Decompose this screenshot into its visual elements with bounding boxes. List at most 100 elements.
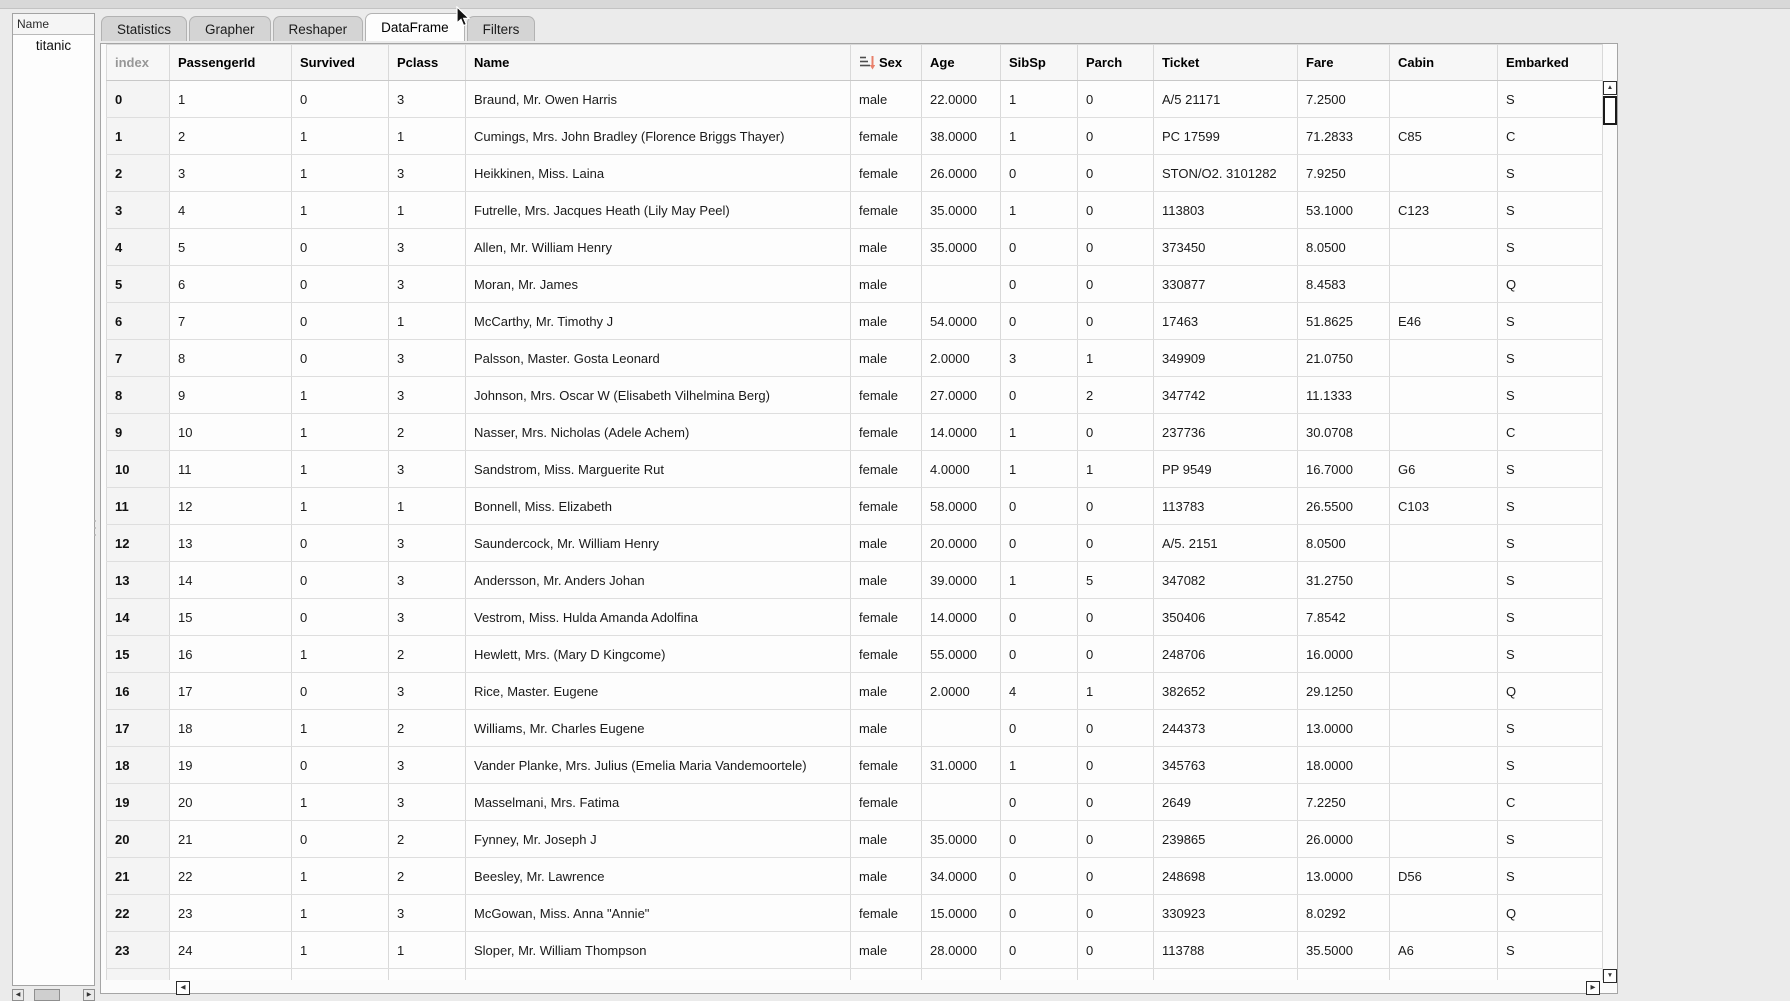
table-cell[interactable]: 1 xyxy=(291,894,389,932)
table-cell[interactable]: 0 xyxy=(291,598,389,636)
table-cell[interactable]: 1 xyxy=(1000,450,1078,488)
table-cell[interactable]: 22 xyxy=(106,894,170,932)
table-cell[interactable]: S xyxy=(1497,302,1603,340)
scrollbar-thumb[interactable] xyxy=(34,989,60,1001)
table-cell[interactable]: 0 xyxy=(1000,931,1078,969)
table-cell[interactable]: 0 xyxy=(1000,635,1078,673)
table-cell[interactable]: 2649 xyxy=(1153,783,1298,821)
table-cell[interactable]: 16.7000 xyxy=(1297,450,1390,488)
table-cell[interactable]: 15 xyxy=(169,598,292,636)
table-cell[interactable]: male xyxy=(850,709,922,747)
table-cell[interactable]: 373450 xyxy=(1153,228,1298,266)
table-cell[interactable]: S xyxy=(1497,228,1603,266)
table-cell[interactable]: 2 xyxy=(106,154,170,192)
table-cell[interactable]: S xyxy=(1497,857,1603,895)
table-cell[interactable]: 10 xyxy=(169,413,292,451)
table-cell[interactable]: 3 xyxy=(1000,339,1078,377)
table-cell[interactable]: 20 xyxy=(106,820,170,858)
table-cell[interactable] xyxy=(1389,783,1498,821)
table-cell[interactable]: S xyxy=(1497,931,1603,969)
table-cell[interactable]: male xyxy=(850,857,922,895)
table-cell[interactable]: 2 xyxy=(388,413,466,451)
table-cell[interactable]: 0 xyxy=(1077,598,1154,636)
table-cell[interactable]: Sloper, Mr. William Thompson xyxy=(465,931,851,969)
table-cell[interactable]: C85 xyxy=(1389,117,1498,155)
table-cell[interactable]: 13.0000 xyxy=(1297,857,1390,895)
table-cell[interactable]: female xyxy=(850,746,922,784)
tab-reshaper[interactable]: Reshaper xyxy=(272,16,364,41)
table-cell[interactable]: 0 xyxy=(1000,302,1078,340)
table-cell[interactable]: 0 xyxy=(1077,117,1154,155)
table-cell[interactable]: 0 xyxy=(291,339,389,377)
table-cell[interactable]: Rice, Master. Eugene xyxy=(465,672,851,710)
table-cell[interactable]: Futrelle, Mrs. Jacques Heath (Lily May P… xyxy=(465,191,851,229)
table-cell[interactable]: 0 xyxy=(1000,709,1078,747)
column-header-age[interactable]: Age xyxy=(921,44,1001,81)
table-cell[interactable]: Q xyxy=(1497,672,1603,710)
table-cell[interactable]: female xyxy=(850,450,922,488)
table-cell[interactable]: 0 xyxy=(106,80,170,118)
table-cell[interactable]: female xyxy=(850,413,922,451)
table-cell[interactable]: male xyxy=(850,302,922,340)
table-cell[interactable]: D56 xyxy=(1389,857,1498,895)
column-header-cabin[interactable]: Cabin xyxy=(1389,44,1498,81)
table-cell[interactable]: 1 xyxy=(388,302,466,340)
table-cell[interactable]: 345763 xyxy=(1153,746,1298,784)
table-cell[interactable]: 0 xyxy=(1000,894,1078,932)
table-cell[interactable]: 3 xyxy=(388,524,466,562)
table-cell[interactable]: 1 xyxy=(388,117,466,155)
table-cell[interactable]: 18 xyxy=(169,709,292,747)
table-cell[interactable]: 0 xyxy=(1077,894,1154,932)
table-cell[interactable]: 0 xyxy=(1077,191,1154,229)
table-cell[interactable]: 0 xyxy=(1077,931,1154,969)
table-cell[interactable]: 3 xyxy=(388,376,466,414)
table-cell[interactable]: 19 xyxy=(106,783,170,821)
table-cell[interactable]: 248706 xyxy=(1153,635,1298,673)
table-cell[interactable]: 1 xyxy=(291,857,389,895)
table-cell[interactable]: 1 xyxy=(169,80,292,118)
table-cell[interactable]: 1 xyxy=(291,487,389,525)
table-cell[interactable]: 3 xyxy=(388,894,466,932)
table-cell[interactable]: 7.8542 xyxy=(1297,598,1390,636)
table-cell[interactable]: 20.0000 xyxy=(921,524,1001,562)
table-cell[interactable]: 0 xyxy=(1000,376,1078,414)
table-cell[interactable]: S xyxy=(1497,80,1603,118)
table-cell[interactable]: 0 xyxy=(1000,524,1078,562)
table-cell[interactable]: male xyxy=(850,80,922,118)
table-cell[interactable]: 71.2833 xyxy=(1297,117,1390,155)
table-cell[interactable]: 53.1000 xyxy=(1297,191,1390,229)
vertical-scrollbar[interactable]: ▲ ▼ xyxy=(1603,81,1617,983)
table-cell[interactable]: S xyxy=(1497,487,1603,525)
table-cell[interactable]: 15.0000 xyxy=(921,894,1001,932)
table-cell[interactable]: 1 xyxy=(291,376,389,414)
table-cell[interactable]: 2 xyxy=(388,635,466,673)
table-cell[interactable]: 2 xyxy=(1077,376,1154,414)
table-cell[interactable]: Sandstrom, Miss. Marguerite Rut xyxy=(465,450,851,488)
table-cell[interactable]: 13.0000 xyxy=(1297,709,1390,747)
table-cell[interactable]: 34.0000 xyxy=(921,857,1001,895)
table-cell[interactable]: 2.0000 xyxy=(921,339,1001,377)
table-cell[interactable]: Allen, Mr. William Henry xyxy=(465,228,851,266)
table-cell[interactable]: 347742 xyxy=(1153,376,1298,414)
table-cell[interactable]: 113803 xyxy=(1153,191,1298,229)
table-cell[interactable]: 0 xyxy=(1077,524,1154,562)
table-cell[interactable]: 4 xyxy=(169,191,292,229)
table-cell[interactable]: 0 xyxy=(291,524,389,562)
table-cell[interactable] xyxy=(1389,265,1498,303)
table-cell[interactable]: 16 xyxy=(169,635,292,673)
table-cell[interactable]: 18 xyxy=(106,746,170,784)
table-cell[interactable]: 2 xyxy=(169,117,292,155)
table-cell[interactable]: 11 xyxy=(106,487,170,525)
table-cell[interactable] xyxy=(1389,820,1498,858)
table-cell[interactable]: 8 xyxy=(169,339,292,377)
table-cell[interactable]: S xyxy=(1497,339,1603,377)
column-header-survived[interactable]: Survived xyxy=(291,44,389,81)
tab-grapher[interactable]: Grapher xyxy=(189,16,271,41)
table-cell[interactable]: 3 xyxy=(388,154,466,192)
table-cell[interactable]: 0 xyxy=(291,302,389,340)
table-cell[interactable]: S xyxy=(1497,746,1603,784)
table-cell[interactable]: 0 xyxy=(291,561,389,599)
scroll-left-icon[interactable]: ◀ xyxy=(176,981,190,995)
table-cell[interactable]: 0 xyxy=(1077,857,1154,895)
table-cell[interactable]: Q xyxy=(1497,894,1603,932)
